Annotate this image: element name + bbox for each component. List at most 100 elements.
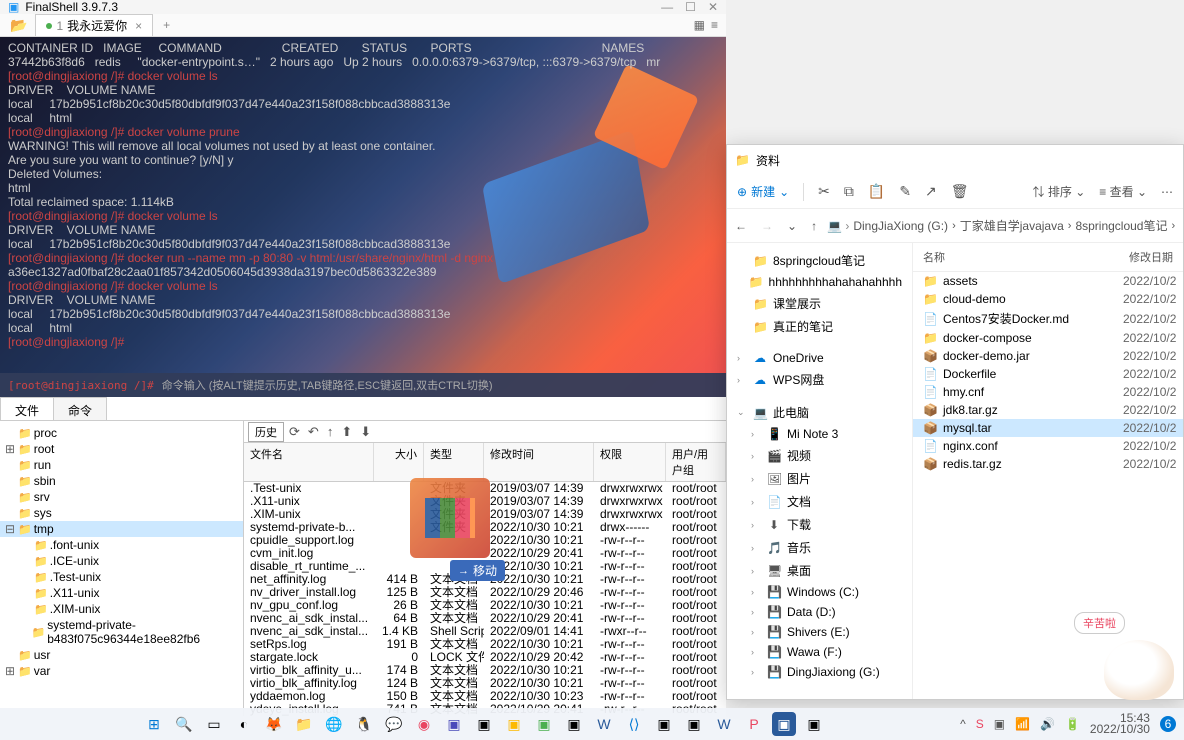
vscode-icon[interactable]: ⟨⟩ [622,712,646,736]
wifi-icon[interactable]: 📶 [1015,717,1030,731]
nav-up-icon[interactable]: ↑ [811,219,817,233]
sidebar-item[interactable]: ›💾Shivers (E:) [727,622,912,642]
close-icon[interactable]: ✕ [708,0,718,14]
view-button[interactable]: ≡ 查看 ⌄ [1099,183,1147,200]
sidebar-item[interactable]: ›📱Mi Note 3 [727,424,912,444]
history-button[interactable]: 历史 [248,422,284,442]
cut-icon[interactable]: ✂ [818,183,830,200]
tree-item[interactable]: ⊟📁tmp [0,521,243,537]
directory-tree[interactable]: 📁proc⊞📁root📁run📁sbin📁srv📁sys⊟📁tmp📁.font-… [0,421,244,716]
upload-icon[interactable]: ⬆ [338,424,355,440]
list-item[interactable]: 📦jdk8.tar.gz2022/10/2 [913,401,1183,419]
file-row[interactable]: virtio_blk_affinity_u...174 B文本文档2022/10… [244,664,726,677]
list-item[interactable]: 📦redis.tar.gz2022/10/2 [913,455,1183,473]
file-row[interactable]: nvenc_ai_sdk_instal...64 B文本文档2022/10/29… [244,612,726,625]
view-grid-icon[interactable]: ▦ [694,18,705,32]
list-item[interactable]: 📁cloud-demo2022/10/2 [913,290,1183,308]
command-input-bar[interactable]: [root@dingjiaxiong /]# 命令输入 (按ALT键提示历史,T… [0,373,726,397]
breadcrumb[interactable]: 💻 › DingJiaXiong (G:) › 丁家雄自学javajava › … [827,217,1175,234]
volume-icon[interactable]: 🔊 [1040,717,1055,731]
list-item[interactable]: 📄hmy.cnf2022/10/2 [913,383,1183,401]
rename-icon[interactable]: ✎ [899,183,911,200]
sidebar-item[interactable]: ›⬇下载 [727,513,912,536]
back-icon[interactable]: ↶ [305,424,322,440]
list-item[interactable]: 📄nginx.conf2022/10/2 [913,437,1183,455]
tree-item[interactable]: 📁.font-unix [0,537,243,553]
qq-icon[interactable]: 🐧 [352,712,376,736]
crumb-item[interactable]: 8springcloud笔记 [1075,217,1167,234]
copy-icon[interactable]: ⧉ [844,183,854,200]
sidebar-item[interactable]: 📁8springcloud笔记 [727,249,912,272]
search-icon[interactable]: 🔍 [172,712,196,736]
sidebar-item[interactable]: ›🖥桌面 [727,559,912,582]
refresh-icon[interactable]: ⟳ [286,424,303,440]
up-icon[interactable]: ↑ [324,424,337,439]
battery-icon[interactable]: 🔋 [1065,717,1080,731]
view-list-icon[interactable]: ≡ [711,18,718,32]
sidebar-item[interactable]: 📁真正的笔记 [727,315,912,338]
col-size[interactable]: 大小 [374,443,424,481]
col-name[interactable]: 文件名 [244,443,374,481]
wechat-icon[interactable]: 💬 [382,712,406,736]
file-row[interactable]: nv_gpu_conf.log26 B文本文档2022/10/30 10:21-… [244,599,726,612]
tray-chevron-icon[interactable]: ^ [960,717,966,731]
sidebar-item[interactable]: ›💾DingJiaxiong (G:) [727,662,912,682]
new-button[interactable]: ⊕ 新建 ⌄ [737,183,789,200]
paste-icon[interactable]: 📋 [868,183,885,200]
sidebar-item[interactable]: ›🎬视频 [727,444,912,467]
sidebar-item[interactable]: ›☁WPS网盘 [727,368,912,391]
app-icon-6[interactable]: ▣ [562,712,586,736]
explorer-icon[interactable]: 📁 [292,712,316,736]
firefox-icon[interactable]: 🦊 [262,712,286,736]
crumb-item[interactable]: DingJiaXiong (G:) [853,219,948,233]
sidebar-item[interactable]: 📁课堂展示 [727,292,912,315]
explorer-sidebar[interactable]: 📁8springcloud笔记📁hhhhhhhhhahahahahhhh📁课堂展… [727,243,913,699]
tree-item[interactable]: 📁sys [0,505,243,521]
app-icon-9[interactable]: ▣ [682,712,706,736]
tree-item[interactable]: 📁sbin [0,473,243,489]
minimize-icon[interactable]: — [661,0,673,14]
nav-forward-icon[interactable]: → [761,219,773,233]
col-date[interactable]: 修改日期 [1119,247,1183,267]
col-type[interactable]: 类型 [424,443,484,481]
app-icon-4[interactable]: ▣ [502,712,526,736]
session-tab[interactable]: 1 我永远爱你 × [35,14,153,36]
delete-icon[interactable]: 🗑 [951,183,969,200]
list-item[interactable]: 📄Centos7安装Docker.md2022/10/2 [913,308,1183,329]
more-icon[interactable]: ⋯ [1161,185,1173,199]
sidebar-item[interactable]: ›☁OneDrive [727,348,912,368]
list-item[interactable]: 📁assets2022/10/2 [913,272,1183,290]
chrome-icon[interactable]: 🌐 [322,712,346,736]
sidebar-item[interactable]: ›💾Data (D:) [727,602,912,622]
sidebar-item[interactable]: ›💾Wawa (F:) [727,642,912,662]
col-user[interactable]: 用户/用户组 [666,443,726,481]
file-row[interactable]: yddaemon.log150 B文本文档2022/10/30 10:23-rw… [244,690,726,703]
word-icon[interactable]: W [712,712,736,736]
sidebar-item[interactable]: ›🖼图片 [727,467,912,490]
tree-item[interactable]: 📁srv [0,489,243,505]
sort-button[interactable]: ⇅ 排序 ⌄ [1033,183,1086,200]
file-row[interactable]: setRps.log191 B文本文档2022/10/30 10:21-rw-r… [244,638,726,651]
file-row[interactable]: virtio_blk_affinity.log124 B文本文档2022/10/… [244,677,726,690]
start-icon[interactable]: ⊞ [142,712,166,736]
tree-item[interactable]: 📁.ICE-unix [0,553,243,569]
tree-item[interactable]: 📁.XIM-unix [0,601,243,617]
open-folder-icon[interactable]: 📂 [4,17,33,34]
app-icon-10[interactable]: ▣ [802,712,826,736]
maximize-icon[interactable]: ☐ [685,0,696,14]
sidebar-item[interactable]: ›💾Windows (C:) [727,582,912,602]
app-icon-3[interactable]: ▣ [472,712,496,736]
share-icon[interactable]: ↗ [925,183,937,200]
tray-app-icon[interactable]: S [976,717,984,731]
tree-item[interactable]: 📁systemd-private-b483f075c96344e18ee82fb… [0,617,243,647]
tree-item[interactable]: 📁run [0,457,243,473]
notification-badge[interactable]: 6 [1160,716,1176,732]
crumb-item[interactable]: 丁家雄自学javajava [960,217,1064,234]
tree-item[interactable]: 📁.X11-unix [0,585,243,601]
list-item[interactable]: 📦docker-demo.jar2022/10/2 [913,347,1183,365]
tab-files[interactable]: 文件 [0,397,54,420]
col-name[interactable]: 名称 [913,247,1119,267]
file-row[interactable]: stargate.lock0LOCK 文件2022/10/29 20:42-rw… [244,651,726,664]
col-date[interactable]: 修改时间 [484,443,594,481]
tab-commands[interactable]: 命令 [53,397,107,420]
